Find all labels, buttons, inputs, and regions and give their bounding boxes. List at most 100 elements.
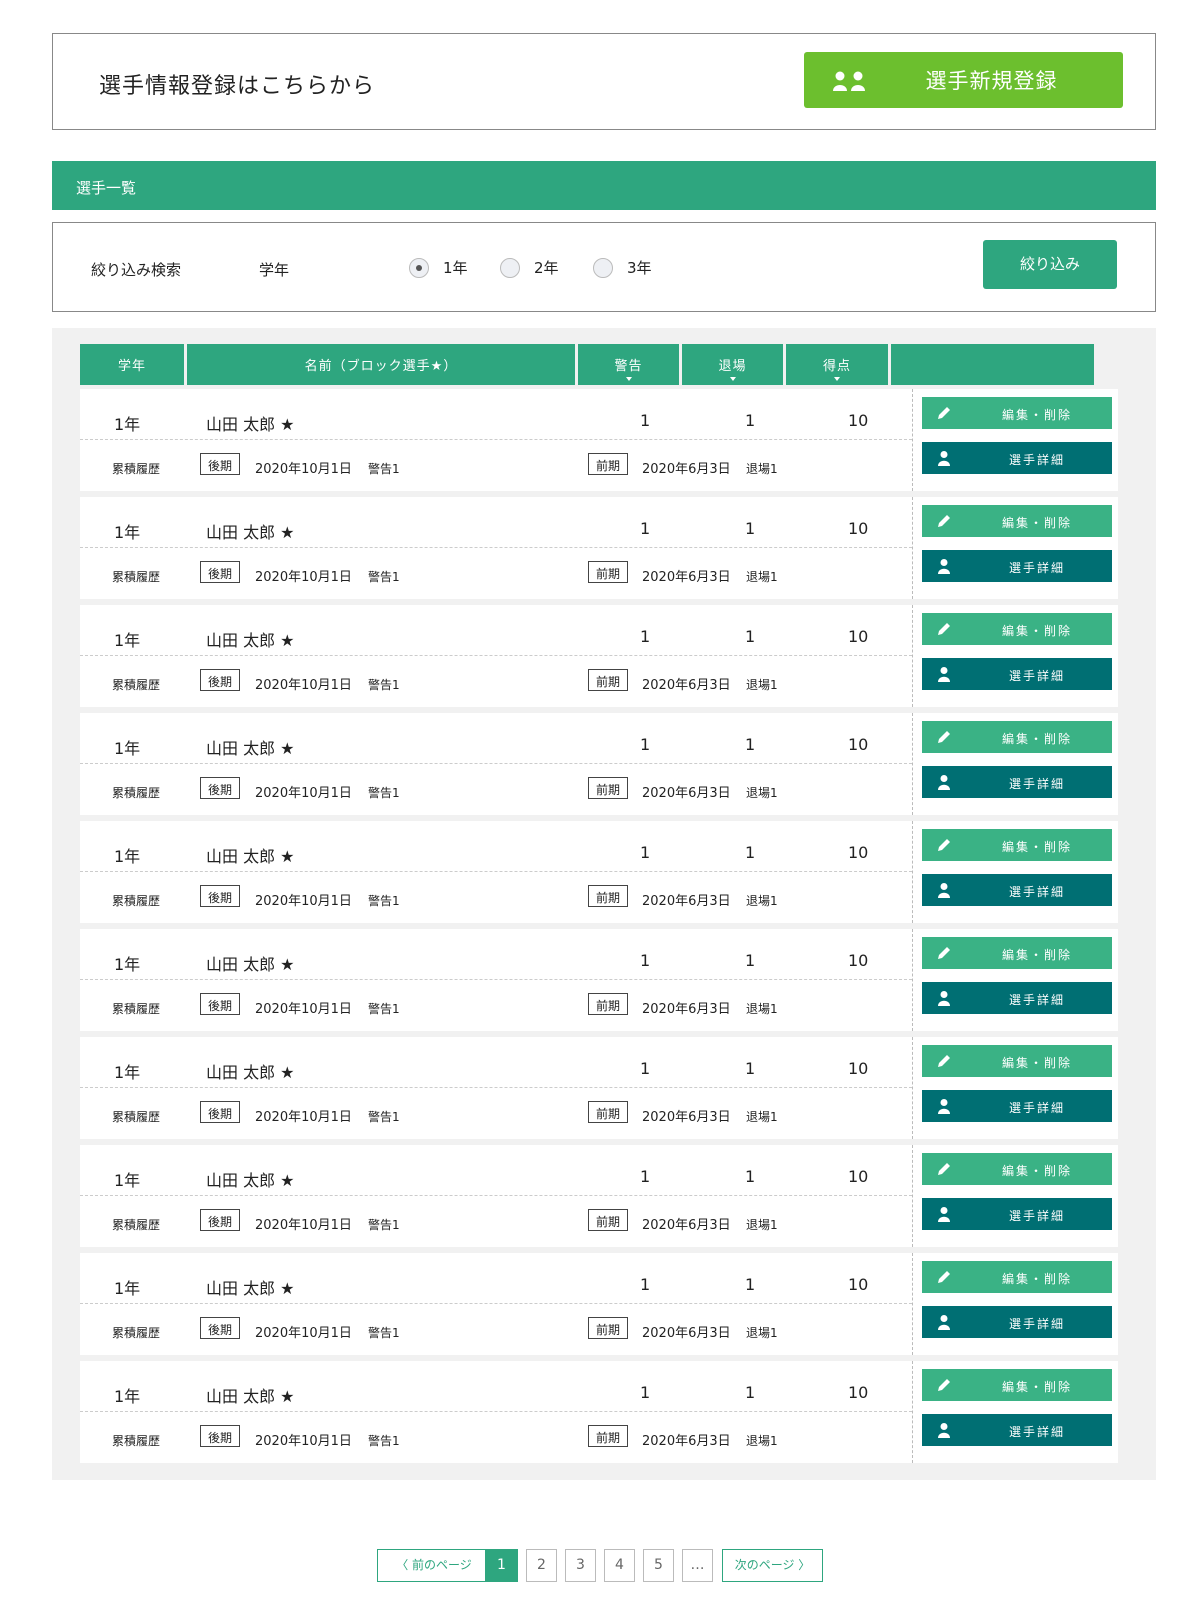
page-3[interactable]: 3 <box>565 1549 596 1582</box>
edit-delete-button[interactable]: 編集・削除 <box>922 1153 1112 1185</box>
history-date: 2020年6月3日 <box>642 1434 731 1449</box>
cell-history-label: 累積履歴 <box>112 1110 161 1124</box>
row-divider <box>80 763 912 764</box>
page-5[interactable]: 5 <box>643 1549 674 1582</box>
edit-delete-button[interactable]: 編集・削除 <box>922 721 1112 753</box>
cell-exit: 1 <box>745 1167 756 1186</box>
table-row: 1年 山田 太郎 ★ 1 1 10 累積履歴 後期 2020年10月1日 警告1 前期 2020年6… <box>80 1253 1118 1355</box>
edit-delete-button[interactable]: 編集・削除 <box>922 1261 1112 1293</box>
player-detail-button[interactable]: 選手詳細 <box>922 982 1112 1014</box>
header-score[interactable]: 得点 <box>786 344 888 385</box>
cell-score: 10 <box>848 627 869 646</box>
user-icon <box>938 991 950 1006</box>
history-date: 2020年10月1日 <box>255 678 352 693</box>
cell-history-label: 累積履歴 <box>112 1218 161 1232</box>
row-divider <box>80 1411 912 1412</box>
row-divider <box>912 1037 913 1139</box>
sort-down-icon <box>834 377 840 381</box>
player-detail-button[interactable]: 選手詳細 <box>922 442 1112 474</box>
edit-delete-button[interactable]: 編集・削除 <box>922 1045 1112 1077</box>
period-tag: 後期 <box>200 1101 241 1123</box>
header-exit[interactable]: 退場 <box>682 344 783 385</box>
next-page-button[interactable]: 次のページ 〉 <box>722 1549 823 1582</box>
cell-exit: 1 <box>745 1275 756 1294</box>
edit-delete-button[interactable]: 編集・削除 <box>922 1369 1112 1401</box>
history-date: 2020年10月1日 <box>255 1218 352 1233</box>
history-date: 2020年6月3日 <box>642 462 731 477</box>
row-divider <box>912 929 913 1031</box>
cell-warning: 1 <box>640 843 651 862</box>
table-row: 1年 山田 太郎 ★ 1 1 10 累積履歴 後期 2020年10月1日 警告1 前期 2020年6… <box>80 1037 1118 1139</box>
row-divider <box>912 605 913 707</box>
radio-grade-1[interactable]: 1年 <box>409 257 468 278</box>
page-2[interactable]: 2 <box>526 1549 557 1582</box>
period-tag: 前期 <box>588 561 629 583</box>
history-note: 退場1 <box>746 786 778 800</box>
cell-warning: 1 <box>640 411 651 430</box>
next-page-label: 次のページ <box>734 1558 795 1572</box>
player-detail-button[interactable]: 選手詳細 <box>922 1198 1112 1230</box>
history-note: 警告1 <box>368 678 400 692</box>
row-divider <box>912 1361 913 1463</box>
edit-delete-button[interactable]: 編集・削除 <box>922 397 1112 429</box>
history-date: 2020年6月3日 <box>642 1218 731 1233</box>
player-detail-button[interactable]: 選手詳細 <box>922 658 1112 690</box>
cell-name: 山田 太郎 ★ <box>206 415 295 434</box>
edit-delete-button[interactable]: 編集・削除 <box>922 829 1112 861</box>
cell-history-label: 累積履歴 <box>112 1002 161 1016</box>
cell-grade: 1年 <box>114 1387 141 1406</box>
radio-grade-3[interactable]: 3年 <box>593 257 652 278</box>
edit-delete-label: 編集・削除 <box>1001 1164 1072 1178</box>
cell-exit: 1 <box>745 951 756 970</box>
history-note: 退場1 <box>746 570 778 584</box>
page-4[interactable]: 4 <box>604 1549 635 1582</box>
history-note: 退場1 <box>746 1002 778 1016</box>
period-tag: 後期 <box>200 561 241 583</box>
radio-circle[interactable] <box>593 257 613 278</box>
history-note: 警告1 <box>368 1110 400 1124</box>
radio-circle[interactable] <box>409 257 429 278</box>
history-date: 2020年6月3日 <box>642 894 731 909</box>
row-divider <box>80 979 912 980</box>
registration-box: 選手情報登録はこちらから 選手新規登録 <box>52 33 1156 130</box>
period-tag: 前期 <box>588 1101 629 1123</box>
table-body: 1年 山田 太郎 ★ 1 1 10 累積履歴 後期 2020年10月1日 警告1 前期 2020年6… <box>80 389 1118 1469</box>
page-1[interactable]: 1 <box>485 1549 518 1582</box>
radio-circle[interactable] <box>500 257 520 278</box>
edit-delete-button[interactable]: 編集・削除 <box>922 505 1112 537</box>
history-date: 2020年10月1日 <box>255 1326 352 1341</box>
sort-down-icon <box>625 377 632 381</box>
filter-button[interactable]: 絞り込み <box>983 240 1117 289</box>
player-detail-button[interactable]: 選手詳細 <box>922 550 1112 582</box>
prev-page-button[interactable]: 〈 前のページ <box>377 1549 491 1582</box>
edit-delete-button[interactable]: 編集・削除 <box>922 613 1112 645</box>
history-date: 2020年6月3日 <box>642 786 731 801</box>
player-detail-button[interactable]: 選手詳細 <box>922 1414 1112 1446</box>
cell-grade: 1年 <box>114 739 141 758</box>
register-player-button[interactable]: 選手新規登録 <box>804 52 1123 108</box>
cell-grade: 1年 <box>114 1063 141 1082</box>
cell-name: 山田 太郎 ★ <box>206 631 295 650</box>
pencil-icon <box>938 1379 950 1391</box>
history-date: 2020年6月3日 <box>642 570 731 585</box>
user-icon <box>938 775 950 790</box>
edit-delete-button[interactable]: 編集・削除 <box>922 937 1112 969</box>
radio-label: 2年 <box>534 259 559 277</box>
row-divider <box>80 871 912 872</box>
edit-delete-label: 編集・削除 <box>1001 948 1072 962</box>
player-detail-button[interactable]: 選手詳細 <box>922 1090 1112 1122</box>
cell-name: 山田 太郎 ★ <box>206 1063 295 1082</box>
radio-grade-2[interactable]: 2年 <box>500 257 559 278</box>
cell-warning: 1 <box>640 735 651 754</box>
edit-delete-label: 編集・削除 <box>1001 1056 1072 1070</box>
player-table: 学年 名前（ブロック選手★） 警告 退場 得点 1年 山田 太郎 ★ 1 1 10 累積履… <box>52 328 1156 1480</box>
period-tag: 後期 <box>200 1209 241 1231</box>
player-detail-button[interactable]: 選手詳細 <box>922 766 1112 798</box>
user-icon <box>938 667 950 682</box>
history-note: 警告1 <box>368 786 400 800</box>
player-detail-button[interactable]: 選手詳細 <box>922 1306 1112 1338</box>
player-detail-button[interactable]: 選手詳細 <box>922 874 1112 906</box>
radio-label: 1年 <box>443 259 468 277</box>
registration-text: 選手情報登録はこちらから <box>99 74 376 99</box>
header-warning[interactable]: 警告 <box>578 344 679 385</box>
